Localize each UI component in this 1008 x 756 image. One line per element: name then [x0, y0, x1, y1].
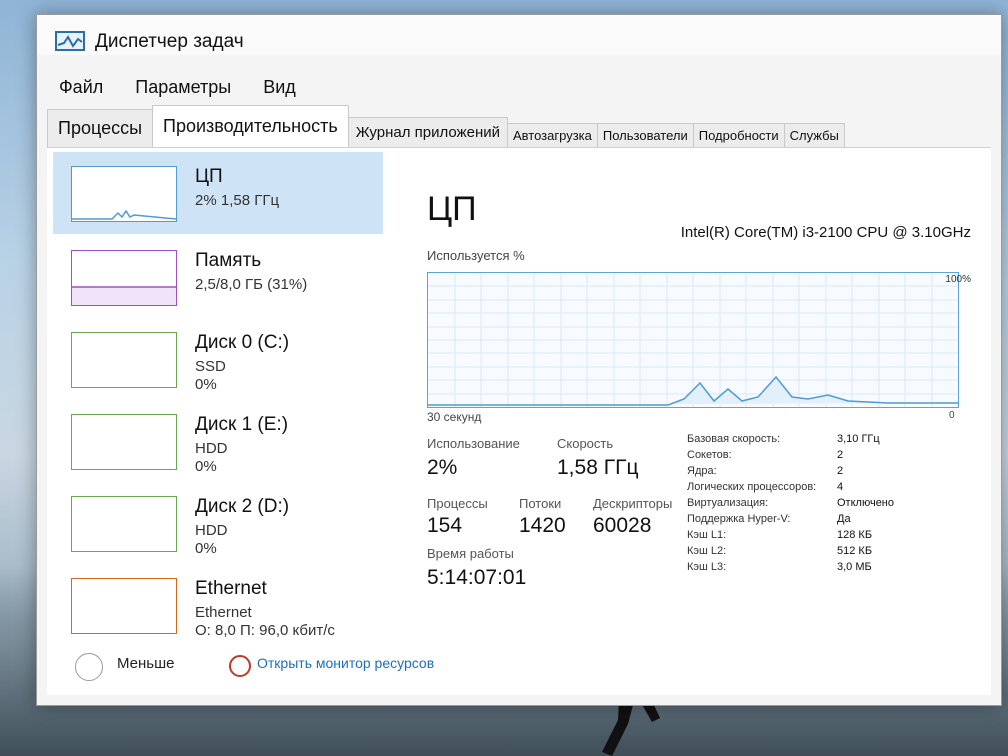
- sidebar-item-sub: HDD: [195, 440, 228, 457]
- menu-bar: Файл Параметры Вид: [55, 75, 300, 100]
- graph-time-label: 30 секунд: [427, 410, 482, 424]
- sidebar-item-sub: HDD: [195, 522, 228, 539]
- graph-max-label: 100%: [945, 274, 971, 285]
- tab-processes[interactable]: Процессы: [47, 109, 154, 147]
- tab-strip: Процессы Производительность Журнал прило…: [47, 105, 1001, 147]
- handles-stat-value: 60028: [593, 514, 652, 537]
- resource-monitor-icon: [229, 655, 251, 677]
- spec-row: Базовая скорость: 3,10 ГГц: [687, 433, 927, 449]
- spec-value: Да: [837, 513, 851, 525]
- tab-services[interactable]: Службы: [783, 123, 845, 147]
- usage-stat-label: Использование: [427, 436, 520, 451]
- sidebar-item-title: Ethernet: [195, 578, 267, 599]
- cpu-model-label: Intel(R) Core(TM) i3-2100 CPU @ 3.10GHz: [680, 224, 971, 241]
- sidebar-item-sub2: О: 8,0 П: 96,0 кбит/с: [195, 622, 335, 639]
- spec-key: Кэш L3:: [687, 561, 727, 573]
- spec-value: 2: [837, 449, 844, 461]
- usage-stat-value: 2%: [427, 456, 458, 479]
- open-resource-monitor-link[interactable]: Открыть монитор ресурсов: [257, 655, 434, 671]
- spec-row: Кэш L2: 512 КБ: [687, 545, 927, 561]
- processes-stat-value: 154: [427, 514, 463, 537]
- ethernet-thumbnail-graph: [71, 578, 177, 634]
- graph-zero-label: 0: [949, 410, 955, 421]
- sidebar-item-sub2: 0%: [195, 458, 217, 475]
- sidebar-item-ethernet[interactable]: Ethernet Ethernet О: 8,0 П: 96,0 кбит/с: [53, 564, 383, 646]
- spec-value: Отключено: [837, 497, 894, 509]
- spec-key: Сокетов:: [687, 449, 732, 461]
- sidebar-item-sub: SSD: [195, 358, 226, 375]
- tab-app-history[interactable]: Журнал приложений: [347, 117, 508, 147]
- spec-value: 128 КБ: [837, 529, 873, 541]
- sidebar-item-title: Диск 0 (C:): [195, 332, 290, 353]
- spec-row: Сокетов: 2: [687, 449, 927, 465]
- spec-value: 3,0 МБ: [837, 561, 872, 573]
- sidebar-item-memory[interactable]: Память 2,5/8,0 ГБ (31%): [53, 236, 383, 318]
- spec-value: 512 КБ: [837, 545, 873, 557]
- spec-value: 2: [837, 465, 844, 477]
- spec-value: 3,10 ГГц: [837, 433, 880, 445]
- uptime-stat-label: Время работы: [427, 546, 514, 561]
- threads-stat-value: 1420: [519, 514, 566, 537]
- memory-thumbnail-graph: [71, 250, 177, 306]
- tab-performance[interactable]: Производительность: [152, 105, 349, 147]
- spec-key: Логических процессоров:: [687, 481, 817, 493]
- cpu-thumbnail-graph: [71, 166, 177, 222]
- spec-row: Кэш L1: 128 КБ: [687, 529, 927, 545]
- chevron-up-icon[interactable]: [75, 653, 103, 681]
- sidebar-item-title: Диск 2 (D:): [195, 496, 290, 517]
- spec-key: Базовая скорость:: [687, 433, 781, 445]
- spec-row: Виртуализация: Отключено: [687, 497, 927, 513]
- sidebar-item-cpu[interactable]: ЦП 2% 1,58 ГГц: [53, 152, 383, 234]
- footer-bar: Меньше Открыть монитор ресурсов: [47, 645, 647, 685]
- spec-key: Поддержка Hyper-V:: [687, 513, 791, 525]
- threads-stat-label: Потоки: [519, 496, 562, 511]
- cpu-usage-graph: [427, 272, 959, 408]
- tab-details[interactable]: Подробности: [692, 123, 785, 147]
- tab-startup[interactable]: Автозагрузка: [507, 123, 598, 147]
- resource-sidebar: ЦП 2% 1,58 ГГц Память 2,5/8,0 ГБ (31%) Д…: [47, 148, 387, 648]
- cpu-specs-list: Базовая скорость: 3,10 ГГц Сокетов: 2 Ядра…: [687, 433, 927, 577]
- disk2-thumbnail-graph: [71, 496, 177, 552]
- menu-view[interactable]: Вид: [259, 75, 300, 100]
- sidebar-item-title: Память: [195, 250, 262, 271]
- sidebar-item-sub2: 0%: [195, 376, 217, 393]
- task-manager-window: Диспетчер задач – ☐ ✕ Файл Параметры Вид…: [36, 14, 1002, 706]
- spec-value: 4: [837, 481, 844, 493]
- speed-stat-label: Скорость: [557, 436, 614, 451]
- sidebar-item-sub2: 0%: [195, 540, 217, 557]
- cpu-detail-panel: ЦП Intel(R) Core(TM) i3-2100 CPU @ 3.10G…: [407, 148, 991, 668]
- uptime-stat-value: 5:14:07:01: [427, 566, 527, 589]
- tab-users[interactable]: Пользователи: [596, 123, 694, 147]
- menu-options[interactable]: Параметры: [131, 75, 235, 100]
- spec-key: Ядра:: [687, 465, 717, 477]
- spec-row: Ядра: 2: [687, 465, 927, 481]
- sidebar-item-disk1[interactable]: Диск 1 (E:) HDD 0%: [53, 400, 383, 482]
- sidebar-item-title: Диск 1 (E:): [195, 414, 289, 435]
- menu-file[interactable]: Файл: [55, 75, 107, 100]
- processes-stat-label: Процессы: [427, 496, 488, 511]
- sidebar-item-disk2[interactable]: Диск 2 (D:) HDD 0%: [53, 482, 383, 564]
- speed-stat-value: 1,58 ГГц: [557, 456, 639, 479]
- spec-row: Кэш L3: 3,0 МБ: [687, 561, 927, 577]
- disk1-thumbnail-graph: [71, 414, 177, 470]
- task-manager-icon: [55, 31, 85, 51]
- spec-row: Поддержка Hyper-V: Да: [687, 513, 927, 529]
- sidebar-item-sub: 2,5/8,0 ГБ (31%): [195, 276, 308, 293]
- spec-key: Кэш L1:: [687, 529, 727, 541]
- title-bar: Диспетчер задач: [37, 15, 1001, 55]
- page-title: ЦП: [427, 190, 477, 228]
- usage-percent-label: Используется %: [427, 248, 525, 263]
- fewer-details-button[interactable]: Меньше: [117, 655, 174, 672]
- spec-key: Виртуализация:: [687, 497, 769, 509]
- spec-key: Кэш L2:: [687, 545, 727, 557]
- handles-stat-label: Дескрипторы: [593, 496, 673, 511]
- sidebar-item-title: ЦП: [195, 166, 223, 187]
- sidebar-item-disk0[interactable]: Диск 0 (C:) SSD 0%: [53, 318, 383, 400]
- sidebar-item-sub: Ethernet: [195, 604, 252, 621]
- sidebar-item-sub: 2% 1,58 ГГц: [195, 192, 280, 209]
- window-title: Диспетчер задач: [95, 31, 244, 52]
- content-area: ЦП 2% 1,58 ГГц Память 2,5/8,0 ГБ (31%) Д…: [47, 147, 991, 695]
- spec-row: Логических процессоров: 4: [687, 481, 927, 497]
- disk0-thumbnail-graph: [71, 332, 177, 388]
